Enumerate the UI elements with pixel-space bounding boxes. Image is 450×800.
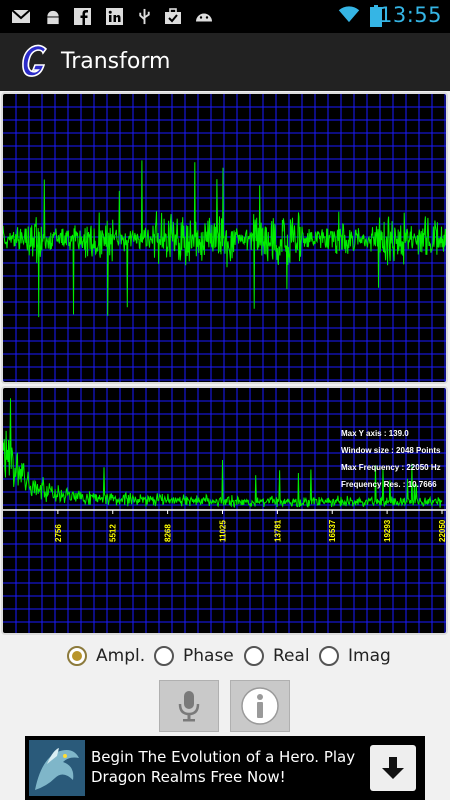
radio-ampl-label: Ampl. xyxy=(96,646,146,666)
gmail-icon xyxy=(11,9,31,23)
usb-icon xyxy=(139,8,150,25)
radio-ampl-circle[interactable] xyxy=(67,646,87,666)
info-icon xyxy=(241,687,279,725)
x-tick-label: 19293 xyxy=(383,519,392,542)
info-overlay: Max Y axis : 139.0 Window size : 2048 Po… xyxy=(341,429,441,489)
info-max-y-axis: Max Y axis : 139.0 xyxy=(341,429,409,438)
spectrum-panel: 2756 5512 8268 11025 13781 16537 19293 22050 Ma… xyxy=(1,386,448,635)
x-tick-label: 2756 xyxy=(54,524,63,542)
status-bar: 13:55 xyxy=(0,0,450,33)
radio-phase-label: Phase xyxy=(183,646,234,666)
action-bar: Transform xyxy=(0,33,450,91)
info-window-size: Window size : 2048 Points xyxy=(341,446,441,455)
android-debug-icon xyxy=(47,10,59,25)
briefcase-icon xyxy=(165,8,181,24)
ad-text[interactable]: Begin The Evolution of a Hero. Play Drag… xyxy=(91,747,367,787)
app-logo-icon[interactable] xyxy=(18,41,52,81)
facebook-icon xyxy=(74,8,91,25)
app-title: Transform xyxy=(61,49,171,74)
x-tick-label: 8268 xyxy=(164,524,173,542)
info-max-frequency: Max Frequency : 22050 Hz xyxy=(341,463,441,472)
spectrum-chart: 2756 5512 8268 11025 13781 16537 19293 22050 Ma… xyxy=(3,388,446,633)
wifi-icon xyxy=(338,6,360,23)
info-button[interactable] xyxy=(230,680,290,732)
radio-phase[interactable]: Phase xyxy=(154,642,234,670)
x-tick-label: 13781 xyxy=(273,519,282,542)
x-tick-label: 22050 xyxy=(438,519,446,542)
linkedin-icon xyxy=(106,8,123,25)
x-tick-label: 16537 xyxy=(328,519,337,542)
radio-real-circle[interactable] xyxy=(244,646,264,666)
x-tick-label: 5512 xyxy=(109,524,118,542)
display-mode-radio-group: Ampl. Phase Real Imag xyxy=(0,642,450,670)
download-arrow-icon xyxy=(382,757,404,779)
radio-imag-label: Imag xyxy=(348,646,391,666)
radio-phase-circle[interactable] xyxy=(154,646,174,666)
waveform-chart xyxy=(3,94,446,382)
ad-download-button[interactable] xyxy=(370,745,416,791)
radio-real-label: Real xyxy=(273,646,310,666)
dragon-ad-image[interactable] xyxy=(29,740,85,796)
info-frequency-res: Frequency Res. : 10.7666 xyxy=(341,480,437,489)
radio-real[interactable]: Real xyxy=(244,642,310,670)
ad-banner[interactable]: Begin The Evolution of a Hero. Play Drag… xyxy=(25,736,425,800)
android-icon xyxy=(196,13,212,22)
radio-imag[interactable]: Imag xyxy=(319,642,391,670)
x-tick-label: 11025 xyxy=(219,520,228,542)
radio-imag-circle[interactable] xyxy=(319,646,339,666)
radio-ampl[interactable]: Ampl. xyxy=(67,642,145,670)
clock: 13:55 xyxy=(378,3,442,27)
microphone-button[interactable] xyxy=(159,680,219,732)
microphone-icon xyxy=(178,691,200,722)
waveform-panel xyxy=(1,92,448,384)
